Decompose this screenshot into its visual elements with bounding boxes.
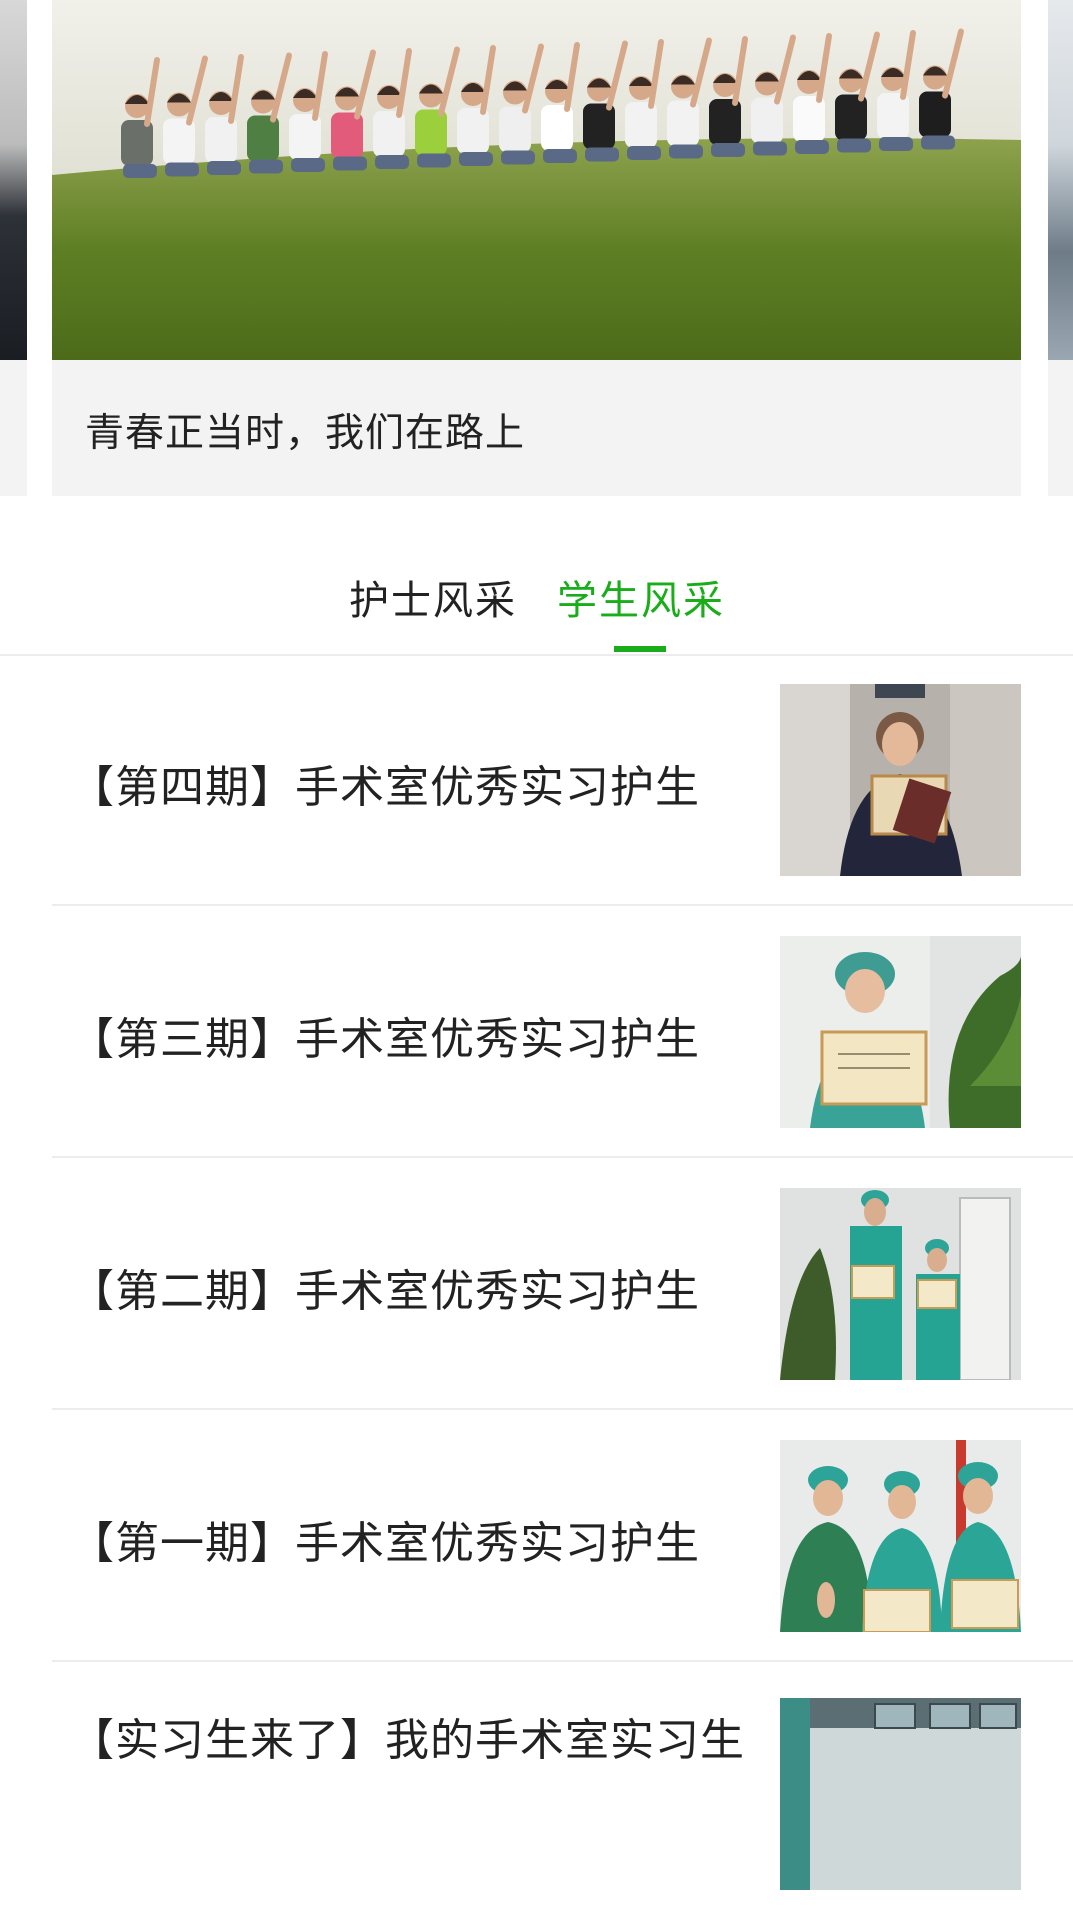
list-item[interactable]: 【第二期】手术室优秀实习护生	[0, 1160, 1073, 1410]
list-separator	[52, 1156, 1073, 1158]
tab-nurse-style[interactable]: 护士风采	[349, 568, 517, 626]
carousel-card[interactable]: 青春正当时，我们在路上	[52, 0, 1021, 496]
prev-card-image	[0, 0, 27, 360]
carousel-prev-card[interactable]	[0, 0, 27, 496]
student-certificate-photo	[780, 684, 1021, 876]
list-item-title: 【第一期】手术室优秀实习护生	[70, 1518, 700, 1569]
list-separator	[52, 1408, 1073, 1410]
student-certificate-photo	[780, 936, 1021, 1128]
list-item-title: 【第三期】手术室优秀实习护生	[70, 1014, 700, 1065]
carousel[interactable]: 青春正当时，我们在路上	[0, 0, 1073, 500]
group-photo-image	[52, 0, 1021, 360]
list-item-title: 【第二期】手术室优秀实习护生	[70, 1266, 700, 1317]
active-tab-indicator	[614, 646, 666, 652]
list-item-title: 【实习生来了】我的手术室实习生	[70, 1715, 745, 1766]
students-certificate-photo	[780, 1440, 1021, 1632]
list-item[interactable]: 【实习生来了】我的手术室实习生	[0, 1664, 1073, 1914]
list-separator	[52, 1660, 1073, 1662]
tab-bar: 护士风采 学生风采	[0, 540, 1073, 656]
next-card-image	[1048, 0, 1073, 360]
list-item-title: 【第四期】手术室优秀实习护生	[70, 762, 700, 813]
list-item[interactable]: 【第四期】手术室优秀实习护生	[0, 656, 1073, 906]
students-certificate-photo	[780, 1188, 1021, 1380]
list-separator	[52, 904, 1073, 906]
operating-room-photo	[780, 1698, 1021, 1890]
list-item[interactable]: 【第三期】手术室优秀实习护生	[0, 908, 1073, 1158]
carousel-caption: 青春正当时，我们在路上	[85, 411, 526, 456]
list-item[interactable]: 【第一期】手术室优秀实习护生	[0, 1412, 1073, 1662]
tab-student-style[interactable]: 学生风采	[557, 568, 725, 626]
carousel-next-card[interactable]	[1048, 0, 1073, 496]
